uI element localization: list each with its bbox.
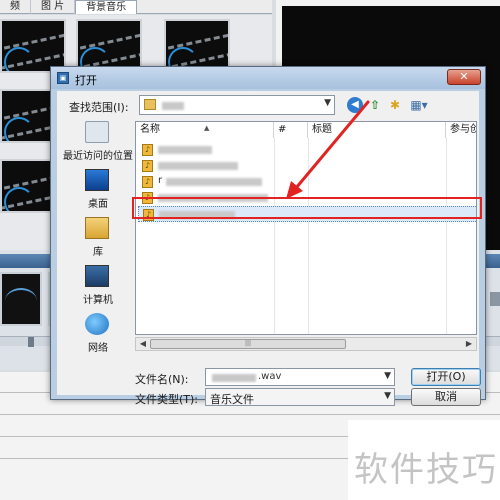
file-row[interactable]: ♪ (140, 158, 274, 174)
blurred-folder-name (162, 102, 184, 110)
file-name-label: 文件名(N): (135, 373, 189, 386)
annotation-highlight-box (132, 197, 482, 219)
look-in-label: 查找范围(I): (69, 101, 129, 114)
place-label: 桌面 (88, 199, 108, 210)
file-type-value: 音乐文件 (210, 393, 254, 406)
new-folder-icon[interactable]: ✱ (387, 97, 403, 113)
tab-video[interactable]: 频 (0, 0, 31, 14)
place-label: 最近访问的位置 (63, 151, 133, 162)
close-button[interactable]: ✕ (447, 69, 481, 85)
column-header-title[interactable]: 标题 (308, 122, 446, 138)
look-in-dropdown[interactable]: ▼ (139, 95, 335, 115)
timeline-scroll-right-button[interactable] (490, 292, 500, 306)
place-recent[interactable]: 最近访问的位置 (61, 121, 133, 171)
music-file-icon: ♪ (142, 144, 153, 156)
open-file-dialog: ▣ 打开 ✕ 查找范围(I): ▼ ◀ ⇧ ✱ ▦▾ 最近访问的位置 桌面 库 … (50, 66, 486, 406)
file-name-text: r (158, 175, 163, 186)
column-header-name[interactable]: 名称 ▲ (136, 122, 274, 138)
chevron-down-icon[interactable]: ▼ (384, 371, 391, 381)
dialog-title-bar[interactable]: ▣ 打开 ✕ (51, 67, 485, 89)
place-label: 计算机 (83, 295, 113, 306)
blurred-file-name (166, 178, 262, 186)
column-header-number[interactable]: # (274, 122, 308, 138)
media-tab-bar: 频 图 片 背景音乐 (0, 0, 272, 14)
scroll-right-icon[interactable]: ▶ (463, 338, 475, 350)
place-network[interactable]: 网络 (61, 313, 131, 363)
file-name-input[interactable]: .wav ▼ (205, 368, 395, 386)
file-name-value: .wav (258, 371, 282, 382)
timeline-clip[interactable] (0, 272, 42, 326)
scroll-left-icon[interactable]: ◀ (137, 338, 149, 350)
file-type-select[interactable]: 音乐文件 ▼ (205, 388, 395, 406)
dialog-body: 查找范围(I): ▼ ◀ ⇧ ✱ ▦▾ 最近访问的位置 桌面 库 计算机 网络 … (57, 91, 481, 406)
close-icon: ✕ (459, 70, 469, 83)
file-type-label: 文件类型(T): (135, 393, 199, 406)
media-thumbnail[interactable] (76, 19, 142, 73)
dialog-title: 打开 (75, 74, 97, 87)
blurred-file-name (158, 162, 238, 170)
app-icon: ▣ (57, 72, 69, 84)
place-desktop[interactable]: 桌面 (61, 169, 131, 219)
recent-places-icon (85, 121, 109, 143)
timeline-playhead[interactable] (28, 337, 34, 347)
sort-ascending-icon: ▲ (204, 124, 210, 132)
watermark: 软件技巧 (348, 420, 500, 500)
computer-icon (85, 265, 109, 287)
file-row[interactable]: ♪ (140, 142, 274, 158)
scrollbar-thumb[interactable]: ||| (150, 339, 346, 349)
chevron-down-icon: ▼ (324, 98, 331, 108)
media-thumbnail[interactable] (164, 19, 230, 73)
place-computer[interactable]: 计算机 (61, 265, 131, 315)
file-row[interactable]: ♪ r (140, 174, 274, 190)
chevron-down-icon: ▼ (384, 391, 391, 401)
place-label: 网络 (88, 343, 108, 354)
column-header-contributing-artist[interactable]: 参与创 (446, 122, 476, 138)
music-file-icon: ♪ (142, 160, 153, 172)
navigation-toolbar: ◀ ⇧ ✱ ▦▾ (347, 95, 431, 115)
watermark-text: 软件技巧 (354, 450, 498, 490)
library-icon (85, 217, 109, 239)
back-icon[interactable]: ◀ (347, 97, 363, 113)
cancel-button[interactable]: 取消 (411, 388, 481, 406)
music-file-icon: ♪ (142, 176, 153, 188)
desktop-icon (85, 169, 109, 191)
up-folder-icon[interactable]: ⇧ (367, 97, 383, 113)
folder-icon (144, 99, 156, 110)
blurred-file-name (212, 374, 256, 382)
places-bar: 最近访问的位置 桌面 库 计算机 网络 (61, 121, 133, 391)
open-button[interactable]: 打开(O) (411, 368, 481, 386)
network-icon (85, 313, 109, 335)
place-library[interactable]: 库 (61, 217, 131, 267)
file-list[interactable]: 名称 ▲ # 标题 参与创 ♪ ♪ ♪ r ♪ ♪ (135, 121, 477, 335)
tab-images[interactable]: 图 片 (31, 0, 76, 14)
place-label: 库 (93, 247, 103, 258)
horizontal-scrollbar[interactable]: ◀ ||| ▶ (135, 337, 477, 351)
tab-background-music[interactable]: 背景音乐 (75, 0, 138, 14)
blurred-file-name (158, 146, 212, 154)
view-menu-icon[interactable]: ▦▾ (407, 97, 431, 113)
media-thumbnail[interactable] (0, 19, 66, 73)
